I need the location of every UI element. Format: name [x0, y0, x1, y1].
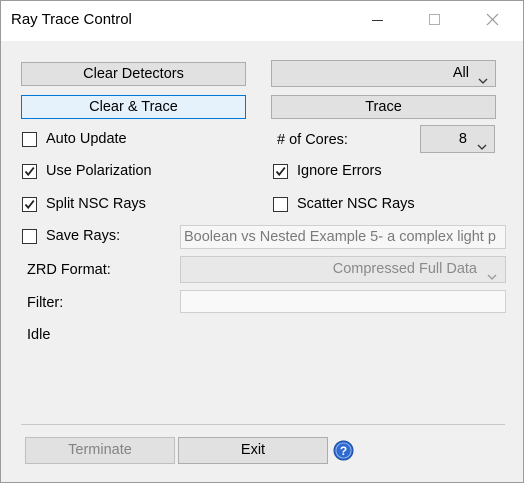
clear-and-trace-button[interactable]: Clear & Trace	[21, 95, 246, 119]
close-icon[interactable]	[478, 9, 508, 33]
help-icon[interactable]: ?	[333, 440, 354, 461]
source-dropdown[interactable]: All	[271, 60, 496, 87]
split-nsc-rays-box[interactable]	[22, 197, 37, 212]
ignore-errors-label: Ignore Errors	[297, 163, 382, 179]
svg-text:?: ?	[340, 444, 347, 458]
cores-label: # of Cores:	[277, 132, 348, 148]
minimize-icon[interactable]	[362, 9, 392, 33]
auto-update-label: Auto Update	[46, 131, 127, 147]
ray-trace-control-window: Ray Trace Control Clear Detectors All Cl…	[0, 0, 524, 483]
cores-dropdown[interactable]: 8	[420, 125, 495, 153]
title-bar: Ray Trace Control	[1, 1, 523, 41]
filter-input[interactable]	[180, 290, 506, 313]
checkmark-icon	[24, 200, 35, 210]
terminate-button[interactable]: Terminate	[25, 437, 175, 464]
exit-button[interactable]: Exit	[178, 437, 328, 464]
separator	[21, 424, 505, 425]
cores-dropdown-value: 8	[458, 131, 467, 147]
trace-button[interactable]: Trace	[271, 95, 496, 119]
auto-update-box[interactable]	[22, 132, 37, 147]
save-rays-filename-field[interactable]: Boolean vs Nested Example 5- a complex l…	[180, 225, 506, 249]
chevron-down-icon	[478, 69, 488, 93]
ignore-errors-box[interactable]	[273, 164, 288, 179]
filter-label: Filter:	[27, 295, 64, 311]
zrd-format-dropdown[interactable]: Compressed Full Data	[180, 256, 506, 283]
window-title: Ray Trace Control	[11, 11, 132, 28]
save-rays-label: Save Rays:	[46, 228, 121, 244]
scatter-nsc-rays-box[interactable]	[273, 197, 288, 212]
chevron-down-icon	[477, 135, 487, 159]
checkmark-icon	[24, 167, 35, 177]
zrd-format-label: ZRD Format:	[27, 262, 111, 278]
use-polarization-label: Use Polarization	[46, 163, 152, 179]
chevron-down-icon	[487, 265, 497, 289]
checkmark-icon	[275, 167, 286, 177]
status-text: Idle	[27, 327, 51, 343]
clear-detectors-button[interactable]: Clear Detectors	[21, 62, 246, 86]
use-polarization-box[interactable]	[22, 164, 37, 179]
split-nsc-rays-label: Split NSC Rays	[46, 196, 146, 212]
source-dropdown-value: All	[452, 65, 469, 81]
zrd-format-value: Compressed Full Data	[332, 261, 477, 277]
save-rays-box[interactable]	[22, 229, 37, 244]
maximize-icon[interactable]	[419, 9, 449, 33]
scatter-nsc-rays-label: Scatter NSC Rays	[297, 196, 415, 212]
